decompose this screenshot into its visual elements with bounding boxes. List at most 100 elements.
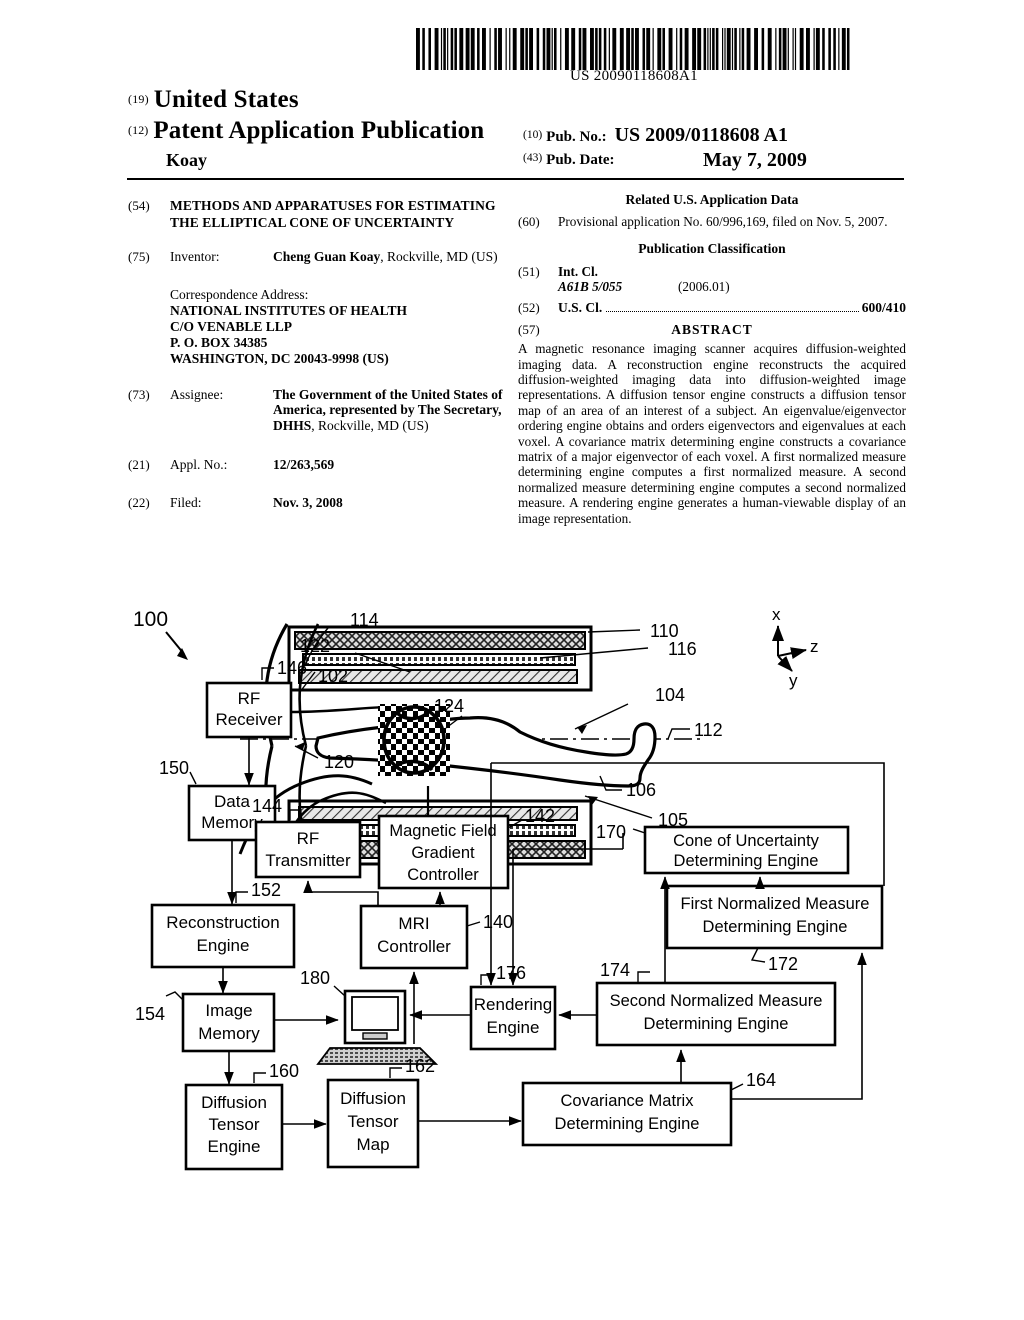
inventor-field: (75) Inventor: Cheng Guan Koay, Rockvill… — [128, 249, 508, 265]
assignee-label: Assignee: — [170, 386, 224, 402]
related-application-heading: Related U.S. Application Data — [625, 192, 799, 207]
box-reconstruction-engine[interactable]: Reconstruction Engine — [150, 903, 296, 969]
pub-date-num: (43) — [523, 152, 543, 164]
ref-100-arrow — [177, 648, 188, 660]
leader-140 — [466, 921, 481, 927]
pub-no-value: US 2009/0118608 A1 — [614, 124, 788, 146]
cone-label-1: Cone of Uncertainty — [673, 832, 820, 850]
cone-label-2: Determining Engine — [674, 852, 819, 870]
patent-front-page: US 20090118608A1 (19) United States (12) P… — [0, 0, 1024, 1320]
ref-160: 160 — [269, 1061, 299, 1081]
box-diffusion-tensor-engine[interactable]: Diffusion Tensor Engine — [184, 1083, 284, 1171]
dte-label-3: Engine — [208, 1137, 261, 1156]
int-cl-version: (2006.01) — [678, 278, 730, 294]
box-diffusion-tensor-map[interactable]: Diffusion Tensor Map — [326, 1078, 420, 1169]
leader-164 — [730, 1083, 744, 1091]
appl-no-value: 12/263,569 — [273, 457, 335, 472]
dte-label-1: Diffusion — [201, 1093, 267, 1112]
box-image-memory[interactable]: Image Memory — [181, 992, 276, 1053]
rendering-label-1: Rendering — [474, 995, 552, 1014]
box-mri-controller[interactable]: MRI Controller — [359, 904, 469, 970]
ref-124: 124 — [434, 696, 464, 716]
correspondence-address: Correspondence Address: NATIONAL INSTITU… — [170, 287, 508, 367]
fnm-label-2: Determining Engine — [703, 918, 848, 936]
assignee-location: , Rockville, MD (US) — [311, 417, 429, 433]
invention-title-field: (54) METHODS AND APPARATUSES FOR ESTIMAT… — [128, 198, 508, 231]
inventor-surname: Koay — [166, 150, 208, 170]
abstract-text: A magnetic resonance imaging scanner acq… — [518, 341, 906, 526]
doc-type-line: (12) Patent Application Publication — [128, 117, 484, 145]
country-line: (19) United States — [128, 86, 299, 114]
box-second-normalized-measure-determining-engine[interactable]: Second Normalized Measure Determining En… — [595, 981, 837, 1047]
int-cl-field: (51) Int. Cl. A61B 5/055 (2006.01) — [518, 264, 906, 294]
ref-100: 100 — [133, 608, 168, 631]
ref-110: 110 — [650, 621, 679, 641]
correspondence-line-1: C/O VENABLE LLP — [170, 318, 293, 334]
fnm-label-1: First Normalized Measure — [681, 895, 870, 913]
pub-date-value: May 7, 2009 — [703, 149, 807, 171]
rf-receiver-label-2: Receiver — [215, 710, 282, 729]
leader-154 — [165, 991, 184, 1001]
ref-152: 152 — [251, 880, 281, 900]
box-magnetic-field-gradient-controller[interactable]: Magnetic Field Gradient Controller — [377, 814, 510, 890]
computer-workstation-180[interactable] — [316, 989, 439, 1065]
ref-174: 174 — [600, 960, 630, 980]
data-memory-label-1: Data — [214, 792, 250, 811]
image-memory-label-1: Image — [205, 1001, 252, 1020]
mri-controller-label-1: MRI — [398, 914, 429, 933]
us-cl-field: (52) U.S. Cl. 600/410 — [518, 300, 906, 316]
filed-value: Nov. 3, 2008 — [273, 494, 343, 510]
ref-116: 116 — [668, 639, 697, 659]
country-name: United States — [153, 86, 299, 113]
filed-field: (22) Filed: Nov. 3, 2008 — [128, 495, 508, 511]
leader-104-arrow — [577, 725, 587, 734]
snm-label-1: Second Normalized Measure — [610, 992, 823, 1010]
rf-transmitter-label-1: RF — [297, 829, 320, 848]
inventor-label: Inventor: — [170, 249, 220, 264]
bibliographic-right-column: Related U.S. Application Data (60) Provi… — [518, 192, 906, 526]
ref-172: 172 — [768, 954, 798, 974]
figure-svg: 114 122 102 120 124 110 116 104 112 106 … — [133, 605, 885, 1171]
abstract-num: (57) — [518, 322, 540, 338]
rf-receiver-label-1: RF — [238, 689, 261, 708]
box-first-normalized-measure-determining-engine[interactable]: First Normalized Measure Determining Eng… — [665, 884, 884, 950]
leader-174 — [637, 971, 650, 983]
appl-no-num: (21) — [128, 457, 150, 472]
cov-label-1: Covariance Matrix — [561, 1092, 695, 1110]
ref-176: 176 — [496, 963, 526, 983]
barcode — [414, 28, 854, 70]
publication-classification-heading: Publication Classification — [638, 241, 786, 257]
ref-150: 150 — [159, 758, 189, 778]
axis-label-x: x — [772, 605, 781, 624]
ref-154: 154 — [135, 1004, 165, 1024]
image-memory-label-2: Memory — [198, 1024, 260, 1043]
inventor-name: Cheng Guan Koay — [273, 249, 381, 264]
doc-type-num: (12) — [128, 123, 149, 137]
box-cone-of-uncertainty-determining-engine[interactable]: Cone of Uncertainty Determining Engine — [643, 825, 850, 875]
int-cl-num: (51) — [518, 263, 540, 279]
ref-106: 106 — [626, 780, 656, 800]
provisional-application-field: (60) Provisional application No. 60/996,… — [518, 214, 906, 229]
filed-label: Filed: — [170, 494, 202, 510]
ref-104: 104 — [655, 685, 685, 705]
leader-110 — [587, 629, 641, 633]
box-rf-receiver[interactable]: RF Receiver — [205, 681, 293, 739]
ref-164: 164 — [746, 1070, 776, 1090]
recon-label-1: Reconstruction — [166, 913, 279, 932]
title-num: (54) — [128, 198, 150, 213]
correspondence-line-2: P. O. BOX 34385 — [170, 334, 268, 350]
int-cl-label: Int. Cl. — [558, 263, 598, 279]
box-rf-transmitter[interactable]: RF Transmitter — [254, 820, 362, 879]
box-rendering-engine[interactable]: Rendering Engine — [469, 985, 557, 1051]
country-code-num: (19) — [128, 92, 149, 106]
ref-180: 180 — [300, 968, 330, 988]
ref-112: 112 — [694, 720, 723, 740]
leader-112 — [667, 728, 690, 740]
cov-label-2: Determining Engine — [555, 1115, 700, 1133]
ref-146: 146 — [277, 658, 307, 678]
figure-1-mri-system-diagram: 114 122 102 120 124 110 116 104 112 106 … — [0, 596, 1024, 1196]
correspondence-line-3: WASHINGTON, DC 20043-9998 (US) — [170, 350, 389, 366]
assignee-field: (73) Assignee: The Government of the Uni… — [128, 387, 508, 434]
box-covariance-matrix-determining-engine[interactable]: Covariance Matrix Determining Engine — [521, 1081, 733, 1147]
ref-162: 162 — [405, 1056, 435, 1076]
